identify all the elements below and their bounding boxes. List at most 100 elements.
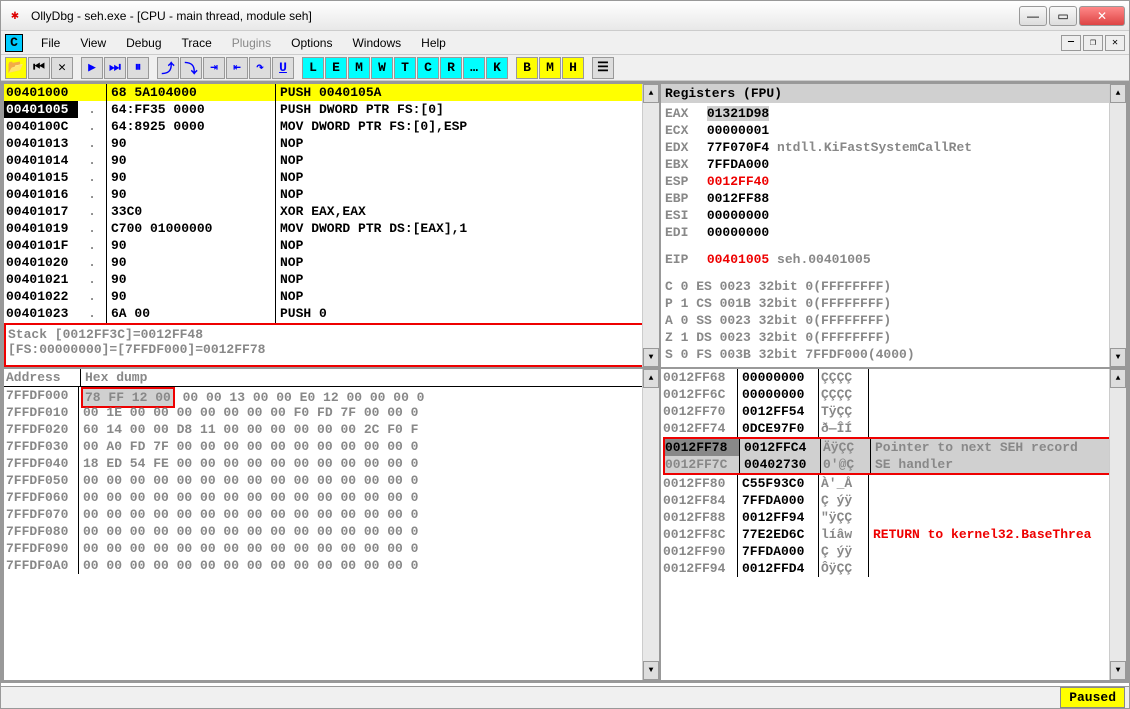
tb-step4[interactable]: ⇤ — [226, 57, 248, 79]
register-line[interactable]: EAX 01321D98 — [665, 105, 1122, 122]
stack-row[interactable]: 0012FF7C004027300'@ÇSE handler — [665, 456, 1124, 473]
stack-pane[interactable]: 0012FF6800000000ÇÇÇÇ0012FF6C00000000ÇÇÇÇ… — [660, 368, 1127, 681]
minimize-button[interactable]: — — [1019, 6, 1047, 26]
menu-view[interactable]: View — [70, 34, 116, 52]
dump-row[interactable]: 7FFDF0A000 00 00 00 00 00 00 00 00 00 00… — [4, 557, 659, 574]
disasm-scrollbar[interactable] — [642, 84, 659, 367]
tb-L[interactable]: L — [302, 57, 324, 79]
register-line[interactable]: ESP 0012FF40 — [665, 173, 1122, 190]
menu-windows[interactable]: Windows — [342, 34, 411, 52]
registers-scrollbar[interactable] — [1109, 84, 1126, 367]
dump-row[interactable]: 7FFDF09000 00 00 00 00 00 00 00 00 00 00… — [4, 540, 659, 557]
tb-dots[interactable]: … — [463, 57, 485, 79]
dump-row[interactable]: 7FFDF05000 00 00 00 00 00 00 00 00 00 00… — [4, 472, 659, 489]
menu-help[interactable]: Help — [411, 34, 456, 52]
flag-line[interactable]: Z 1 DS 0023 32bit 0(FFFFFFFF) — [665, 329, 1122, 346]
register-line[interactable]: ESI 00000000 — [665, 207, 1122, 224]
register-eip[interactable]: EIP 00401005 seh.00401005 — [665, 251, 1122, 268]
disasm-row[interactable]: 00401023.6A 00PUSH 0 — [4, 305, 659, 322]
tb-open[interactable]: 📂 — [5, 57, 27, 79]
tb-step1[interactable]: ⤴ — [157, 57, 179, 79]
register-line[interactable]: EDX 77F070F4 ntdll.KiFastSystemCallRet — [665, 139, 1122, 156]
stack-row[interactable]: 0012FF847FFDA000Ç ýÿ — [663, 492, 1126, 509]
disasm-row[interactable]: 0040100068 5A104000PUSH 0040105A — [4, 84, 659, 101]
disasm-row[interactable]: 00401019.C700 01000000MOV DWORD PTR DS:[… — [4, 220, 659, 237]
register-line[interactable]: EBX 7FFDA000 — [665, 156, 1122, 173]
menu-trace[interactable]: Trace — [172, 34, 222, 52]
tb-R[interactable]: R — [440, 57, 462, 79]
mdi-restore[interactable]: ❐ — [1083, 35, 1103, 51]
stack-row[interactable]: 0012FF780012FFC4ÄÿÇÇPointer to next SEH … — [665, 439, 1124, 456]
tb-H[interactable]: H — [562, 57, 584, 79]
flag-line[interactable]: S 0 FS 003B 32bit 7FFDF000(4000) — [665, 346, 1122, 363]
dump-row[interactable]: 7FFDF08000 00 00 00 00 00 00 00 00 00 00… — [4, 523, 659, 540]
mdi-minimize[interactable]: — — [1061, 35, 1081, 51]
tb-E[interactable]: E — [325, 57, 347, 79]
tb-M2[interactable]: M — [539, 57, 561, 79]
disasm-row[interactable]: 00401022.90NOP — [4, 288, 659, 305]
stack-row[interactable]: 0012FF907FFDA000Ç ýÿ — [663, 543, 1126, 560]
dump-row[interactable]: 7FFDF02060 14 00 00 D8 11 00 00 00 00 00… — [4, 421, 659, 438]
stack-row[interactable]: 0012FF700012FF54TÿÇÇ — [663, 403, 1126, 420]
tb-step3[interactable]: ⇥ — [203, 57, 225, 79]
registers-pane[interactable]: Registers (FPU) EAX 01321D98ECX 00000001… — [660, 83, 1127, 368]
flag-line[interactable]: P 1 CS 001B 32bit 0(FFFFFFFF) — [665, 295, 1122, 312]
tb-step5[interactable]: ↷ — [249, 57, 271, 79]
tb-step2[interactable]: ⤵ — [180, 57, 202, 79]
tb-T[interactable]: T — [394, 57, 416, 79]
stack-row[interactable]: 0012FF6C00000000ÇÇÇÇ — [663, 386, 1126, 403]
tb-step6[interactable]: U — [272, 57, 294, 79]
dump-scrollbar[interactable] — [642, 369, 659, 680]
flag-line[interactable]: C 0 ES 0023 32bit 0(FFFFFFFF) — [665, 278, 1122, 295]
stack-row[interactable]: 0012FF940012FFD4ÔÿÇÇ — [663, 560, 1126, 577]
disasm-row[interactable]: 00401020.90NOP — [4, 254, 659, 271]
dump-pane[interactable]: Address Hex dump 7FFDF00078 FF 12 00 00 … — [3, 368, 660, 681]
dump-row[interactable]: 7FFDF00078 FF 12 00 00 00 13 00 00 E0 12… — [4, 387, 659, 404]
tb-W[interactable]: W — [371, 57, 393, 79]
tb-C[interactable]: C — [417, 57, 439, 79]
stack-row[interactable]: 0012FF6800000000ÇÇÇÇ — [663, 369, 1126, 386]
dump-row[interactable]: 7FFDF04018 ED 54 FE 00 00 00 00 00 00 00… — [4, 455, 659, 472]
disasm-row[interactable]: 00401005.64:FF35 0000PUSH DWORD PTR FS:[… — [4, 101, 659, 118]
menu-debug[interactable]: Debug — [116, 34, 171, 52]
tb-K[interactable]: K — [486, 57, 508, 79]
flag-line[interactable]: A 0 SS 0023 32bit 0(FFFFFFFF) — [665, 312, 1122, 329]
stack-scrollbar[interactable] — [1109, 369, 1126, 680]
dump-row[interactable]: 7FFDF01000 1E 00 00 00 00 00 00 00 F0 FD… — [4, 404, 659, 421]
stack-row[interactable]: 0012FF80C55F93C0À'_Å — [663, 475, 1126, 492]
maximize-button[interactable]: ▭ — [1049, 6, 1077, 26]
tb-pause[interactable]: ⏸ — [127, 57, 149, 79]
tb-list[interactable]: ☰ — [592, 57, 614, 79]
tb-M[interactable]: M — [348, 57, 370, 79]
register-line[interactable]: ECX 00000001 — [665, 122, 1122, 139]
stack-row[interactable]: 0012FF880012FF94"ÿÇÇ — [663, 509, 1126, 526]
disassembly-pane[interactable]: 0040100068 5A104000PUSH 0040105A00401005… — [3, 83, 660, 368]
dump-row[interactable]: 7FFDF03000 A0 FD 7F 00 00 00 00 00 00 00… — [4, 438, 659, 455]
disasm-row[interactable]: 00401021.90NOP — [4, 271, 659, 288]
menu-file[interactable]: File — [31, 34, 70, 52]
register-line[interactable]: EBP 0012FF88 — [665, 190, 1122, 207]
stack-row[interactable]: 0012FF8C77E2ED6ClíâwRETURN to kernel32.B… — [663, 526, 1126, 543]
tb-B[interactable]: B — [516, 57, 538, 79]
menu-options[interactable]: Options — [281, 34, 342, 52]
tb-stop[interactable]: ✕ — [51, 57, 73, 79]
disasm-row[interactable]: 00401017.33C0XOR EAX,EAX — [4, 203, 659, 220]
disasm-row[interactable]: 00401016.90NOP — [4, 186, 659, 203]
dump-row[interactable]: 7FFDF06000 00 00 00 00 00 00 00 00 00 00… — [4, 489, 659, 506]
register-line[interactable]: EDI 00000000 — [665, 224, 1122, 241]
dump-row[interactable]: 7FFDF07000 00 00 00 00 00 00 00 00 00 00… — [4, 506, 659, 523]
disasm-row[interactable]: 00401014.90NOP — [4, 152, 659, 169]
disasm-row[interactable]: 0040101F.90NOP — [4, 237, 659, 254]
mdi-close[interactable]: ✕ — [1105, 35, 1125, 51]
tb-rewind[interactable]: ⏮ — [28, 57, 50, 79]
disasm-row[interactable]: 00401015.90NOP — [4, 169, 659, 186]
stack-row[interactable]: 0012FF740DCE97F0ð—ÎÍ — [663, 420, 1126, 437]
titlebar[interactable]: ✱ OllyDbg - seh.exe - [CPU - main thread… — [1, 1, 1129, 31]
disasm-row[interactable]: 0040100C.64:8925 0000MOV DWORD PTR FS:[0… — [4, 118, 659, 135]
cpu-icon[interactable]: C — [5, 34, 23, 52]
tb-run[interactable]: ▶ — [81, 57, 103, 79]
close-button[interactable]: ✕ — [1079, 6, 1125, 26]
disasm-row[interactable]: 00401013.90NOP — [4, 135, 659, 152]
tb-run2[interactable]: ⏭ — [104, 57, 126, 79]
menu-plugins[interactable]: Plugins — [222, 34, 281, 52]
